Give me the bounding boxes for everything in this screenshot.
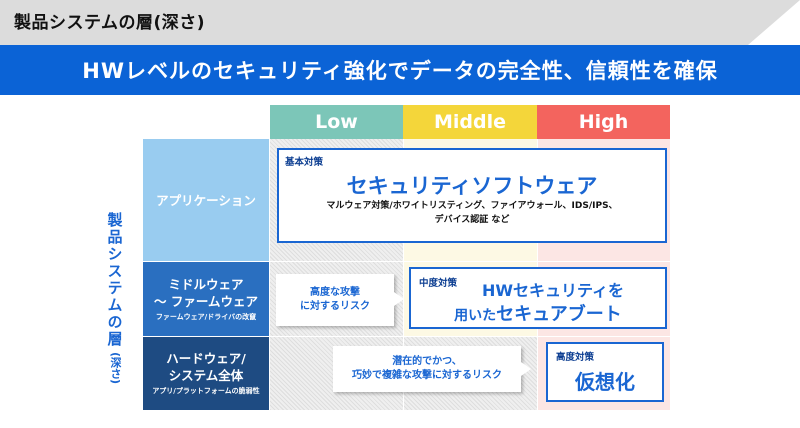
row-label-text: アプリケーション	[156, 192, 256, 208]
axis-label-sub: (深さ)	[109, 352, 122, 385]
basic-measures-title: セキュリティソフトウェア	[346, 174, 598, 198]
middle-measures-title-prefix: 用いた	[454, 308, 497, 324]
axis-label-main: 製品システムの層	[105, 212, 124, 348]
grid-divider	[270, 261, 670, 262]
level-header-low: Low	[270, 105, 403, 139]
risk-note-text: 高度な攻撃	[310, 287, 360, 298]
basic-measures-desc: マルウェア対策/ホワイトリスティング、ファイアウォール、IDS/IPS、	[326, 201, 618, 211]
basic-measures-tag: 基本対策	[285, 157, 324, 168]
row-label-text: ハードウェア/	[166, 351, 246, 366]
risk-note-text: に対するリスク	[300, 301, 370, 312]
row-label-text: システム全体	[168, 368, 244, 383]
middle-measures-title: 用いたセキュアブート	[411, 300, 665, 326]
level-header-high: High	[537, 105, 670, 139]
row-label-hardware: ハードウェア/ システム全体 アプリ/プラットフォームの脆弱性	[143, 337, 269, 410]
risk-note-arrow	[521, 362, 531, 376]
row-label-application: アプリケーション	[143, 139, 269, 261]
level-header-middle: Middle	[403, 105, 537, 139]
high-measures-tag: 高度対策	[556, 352, 595, 363]
risk-note-advanced: 高度な攻撃 に対するリスク	[276, 274, 394, 326]
row-label-subtext: ファームウェア/ドライバの改竄	[155, 312, 257, 321]
grid-divider	[270, 336, 670, 337]
banner: HWレベルのセキュリティ強化でデータの完全性、信頼性を確保	[0, 45, 800, 95]
basic-measures-box: 基本対策 セキュリティソフトウェア マルウェア対策/ホワイトリスティング、ファイ…	[277, 148, 667, 243]
row-label-text: ミドルウェア	[168, 276, 244, 292]
risk-note-arrow	[394, 292, 404, 306]
middle-measures-box: 中度対策 HWセキュリティを 用いたセキュアブート	[409, 267, 667, 329]
risk-note-sophisticated: 潜在的でかつ、 巧妙で複雑な攻撃に対するリスク	[333, 346, 521, 392]
high-measures-title: 仮想化	[575, 370, 635, 394]
middle-measures-title-emphasis: セキュアブート	[496, 304, 622, 325]
axis-label: 製品システムの層 (深さ)	[98, 212, 132, 388]
row-label-subtext: アプリ/プラットフォームの脆弱性	[152, 387, 260, 395]
page-title: 製品システムの層(深さ)	[14, 13, 206, 33]
risk-note-text: 潜在的でかつ、	[392, 356, 462, 367]
row-label-middleware: ミドルウェア 〜 ファームウェア ファームウェア/ドライバの改竄	[143, 262, 269, 336]
high-measures-box: 高度対策 仮想化	[546, 342, 664, 402]
middle-measures-title: HWセキュリティを	[481, 281, 625, 300]
row-label-text: 〜 ファームウェア	[154, 293, 258, 309]
risk-note-text: 巧妙で複雑な攻撃に対するリスク	[352, 370, 502, 381]
basic-measures-desc: デバイス認証 など	[434, 215, 510, 225]
